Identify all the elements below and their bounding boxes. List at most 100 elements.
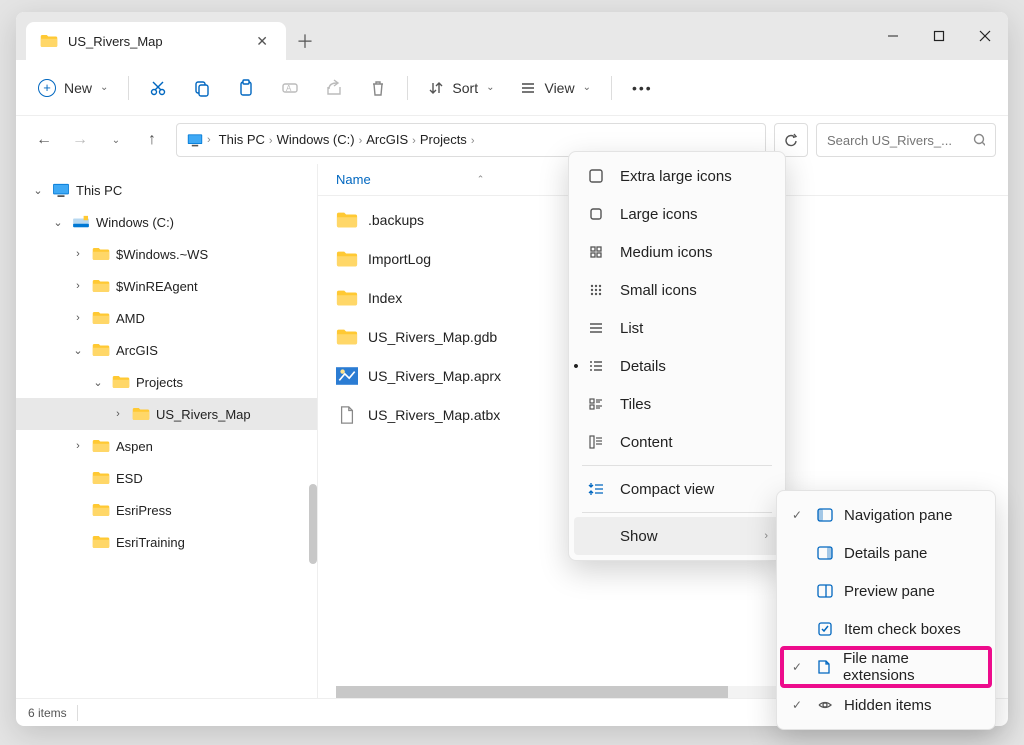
view-menu-item[interactable]: Content [574,423,780,461]
ellipsis-icon: ••• [632,80,653,96]
show-menu-item[interactable]: ✓File name extensions [782,648,990,686]
active-tab[interactable]: US_Rivers_Map ✕ [26,22,286,60]
menu-label: Details [620,358,666,375]
menu-label: List [620,320,643,337]
tree-item[interactable]: ›$WinREAgent [16,270,317,302]
view-menu-item[interactable]: Tiles [574,385,780,423]
maximize-button[interactable] [916,17,962,55]
tree-twisty-icon[interactable]: › [70,248,86,260]
tree-twisty-icon[interactable]: › [110,408,126,420]
tree-item[interactable]: ⌄This PC [16,174,317,206]
show-menu-item[interactable]: Item check boxes [782,610,990,648]
tree-label: AMD [116,311,145,326]
view-menu-item[interactable]: Large icons [574,195,780,233]
tree-label: EsriPress [116,503,172,518]
tree-item[interactable]: › AMD [16,302,317,334]
new-tab-button[interactable]: ＋ [286,22,324,60]
close-tab-icon[interactable]: ✕ [252,31,272,52]
tree-twisty-icon[interactable]: › [70,312,86,324]
menu-show[interactable]: Show › [574,517,780,555]
breadcrumb-segment[interactable]: Projects [416,130,471,149]
show-menu-item[interactable]: ✓Hidden items [782,686,990,724]
md-icon [586,244,606,260]
navigation-pane: ⌄This PC⌄Windows (C:)›$Windows.~WS›$WinR… [16,164,318,698]
trash-icon [369,79,387,97]
delete-button[interactable] [359,70,397,106]
tree-twisty-icon[interactable]: ⌄ [50,216,66,229]
tree-twisty-icon[interactable]: ⌄ [70,344,86,357]
file-icon [336,406,358,424]
minimize-button[interactable] [870,17,916,55]
tree-item[interactable]: ›ESD [16,462,317,494]
svg-text:A: A [286,84,292,93]
menu-label: Small icons [620,282,697,299]
view-menu-item[interactable]: Small icons [574,271,780,309]
view-menu-item[interactable]: List [574,309,780,347]
sort-indicator-icon: ⌃ [477,174,485,185]
tree-item[interactable]: ⌄Projects [16,366,317,398]
close-window-button[interactable] [962,17,1008,55]
up-button[interactable]: ↑ [136,124,168,156]
sidebar-scrollbar[interactable] [309,484,317,564]
folder-icon [336,250,358,268]
paste-button[interactable] [227,70,265,106]
new-label: New [64,80,92,96]
clipboard-icon [237,79,255,97]
fileext-icon [816,659,833,675]
tree-label: Windows (C:) [96,215,174,230]
tree-label: Aspen [116,439,153,454]
rename-icon: A [281,79,299,97]
tree-item[interactable]: ›US_Rivers_Map [16,398,317,430]
recent-button[interactable]: ⌄ [100,124,132,156]
tree-item[interactable]: ⌄ArcGIS [16,334,317,366]
view-icon [520,80,536,96]
view-menu-item[interactable]: Medium icons [574,233,780,271]
forward-button[interactable]: → [64,124,96,156]
cut-button[interactable] [139,70,177,106]
menu-label: Tiles [620,396,651,413]
new-button[interactable]: + New ⌄ [28,70,118,106]
tree-twisty-icon[interactable]: › [70,280,86,292]
folder-icon [112,375,130,389]
share-button[interactable] [315,70,353,106]
breadcrumb-segment[interactable]: This PC [215,130,269,149]
tree-twisty-icon[interactable]: › [70,440,86,452]
menu-label: File name extensions [843,650,980,684]
sort-button[interactable]: Sort ⌄ [418,70,504,106]
tree-item[interactable]: ›EsriPress [16,494,317,526]
menu-label: Preview pane [844,583,935,600]
titlebar: US_Rivers_Map ✕ ＋ [16,12,1008,60]
more-button[interactable]: ••• [622,70,663,106]
rename-button[interactable]: A [271,70,309,106]
tree-twisty-icon[interactable]: ⌄ [90,376,106,389]
chevron-down-icon: ⌄ [100,82,108,93]
view-label: View [544,80,574,96]
tree-item[interactable]: ›$Windows.~WS [16,238,317,270]
show-menu-item[interactable]: Details pane [782,534,990,572]
sort-label: Sort [452,80,478,96]
breadcrumb-segment[interactable]: ArcGIS [362,130,412,149]
tree-item[interactable]: › Aspen [16,430,317,462]
sm-icon [586,282,606,298]
copy-icon [193,79,211,97]
menu-compact-view[interactable]: Compact view [574,470,780,508]
search-box[interactable] [816,123,996,157]
back-button[interactable]: ← [28,124,60,156]
tree-item[interactable]: ›EsriTraining [16,526,317,558]
tiles-icon [586,396,606,412]
show-menu-item[interactable]: Preview pane [782,572,990,610]
view-menu-item[interactable]: Extra large icons [574,157,780,195]
show-menu-item[interactable]: ✓Navigation pane [782,496,990,534]
copy-button[interactable] [183,70,221,106]
drive-icon [72,215,90,229]
list-icon [586,320,606,336]
breadcrumb-segment[interactable]: Windows (C:) [273,130,359,149]
tree-label: EsriTraining [116,535,185,550]
view-menu-item[interactable]: •Details [574,347,780,385]
folder-icon [92,279,110,293]
folder-icon [92,439,110,453]
view-button[interactable]: View ⌄ [510,70,600,106]
tree-twisty-icon[interactable]: ⌄ [30,184,46,197]
search-input[interactable] [827,133,967,148]
tree-item[interactable]: ⌄ Windows (C:) [16,206,317,238]
